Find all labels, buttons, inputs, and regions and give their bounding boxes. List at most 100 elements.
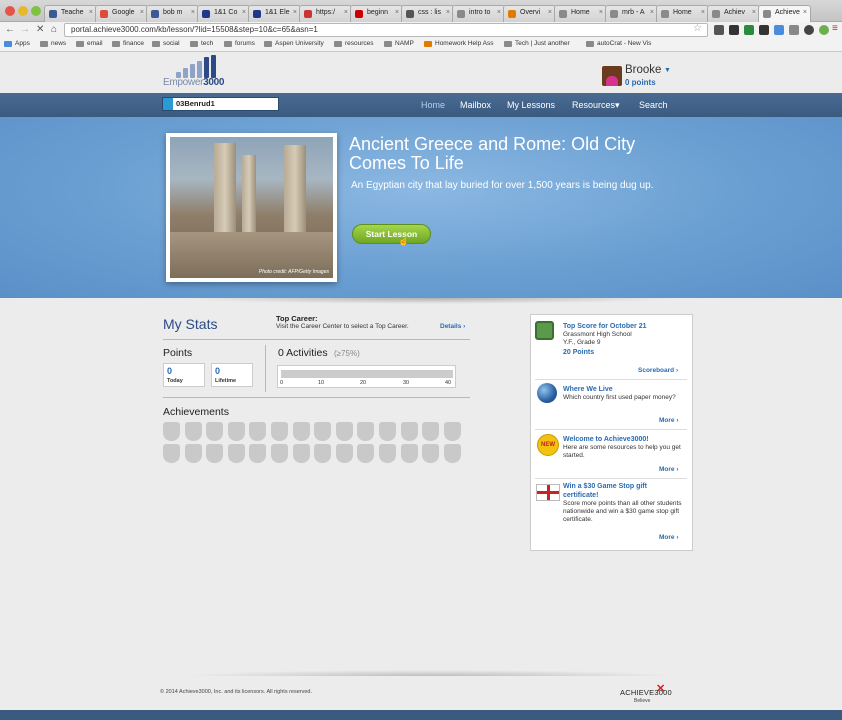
browser-tab[interactable]: Achiev × — [707, 5, 760, 22]
achievement-badge-icon[interactable] — [335, 422, 353, 441]
achievement-badge-icon[interactable] — [163, 444, 180, 463]
achievement-badge-icon[interactable] — [422, 422, 440, 441]
achievement-badge-icon[interactable] — [400, 422, 418, 441]
avatar[interactable] — [602, 66, 622, 86]
nav-mailbox[interactable]: Mailbox — [460, 100, 491, 110]
achievement-badge-icon[interactable] — [443, 444, 461, 463]
tab-close-icon[interactable]: × — [344, 9, 348, 16]
tab-close-icon[interactable]: × — [242, 9, 246, 16]
bookmark-item[interactable]: Apps — [4, 40, 30, 47]
achievement-badge-icon[interactable] — [249, 422, 267, 441]
bookmark-star-icon[interactable]: ☆ — [693, 23, 702, 34]
achievement-badge-icon[interactable] — [163, 422, 180, 441]
nav-my-lessons[interactable]: My Lessons — [507, 100, 555, 110]
browser-tab[interactable]: Home × — [554, 5, 607, 22]
nav-home[interactable]: Home — [421, 100, 445, 110]
achievement-badge-icon[interactable] — [314, 422, 332, 441]
extension-icon[interactable] — [744, 25, 754, 35]
achievement-badge-icon[interactable] — [227, 444, 245, 463]
username-field[interactable]: 03Benrud1 — [162, 97, 279, 111]
user-menu-caret-icon[interactable]: ▼ — [664, 67, 671, 74]
bookmark-item[interactable]: Tech | Just another — [504, 40, 570, 47]
extension-icon[interactable] — [819, 25, 829, 35]
extension-icon[interactable] — [789, 25, 799, 35]
achievement-badge-icon[interactable] — [314, 444, 332, 463]
tab-close-icon[interactable]: × — [752, 9, 756, 16]
details-link[interactable]: Details › — [440, 323, 465, 330]
achievement-badge-icon[interactable] — [379, 422, 396, 441]
browser-tab[interactable]: Home × — [656, 5, 709, 22]
achievement-badge-icon[interactable] — [379, 444, 396, 463]
browser-tab[interactable]: Achieve × — [758, 5, 811, 22]
start-lesson-button[interactable]: Start Lesson — [352, 224, 431, 244]
user-name[interactable]: Brooke — [625, 64, 661, 76]
achievement-badge-icon[interactable] — [422, 444, 440, 463]
stop-icon[interactable]: ✕ — [36, 24, 44, 35]
back-icon[interactable]: ← — [5, 24, 15, 35]
browser-tab[interactable]: Google × — [95, 5, 148, 22]
browser-tab[interactable]: Overvi × — [503, 5, 556, 22]
achievement-badge-icon[interactable] — [227, 422, 245, 441]
extension-icon[interactable] — [774, 25, 784, 35]
tab-close-icon[interactable]: × — [803, 9, 807, 16]
tab-close-icon[interactable]: × — [395, 9, 399, 16]
achievement-badge-icon[interactable] — [292, 444, 310, 463]
home-icon[interactable]: ⌂ — [51, 24, 57, 35]
nav-resources[interactable]: Resources▾ — [572, 100, 620, 111]
browser-tab[interactable]: 1&1 Ele × — [248, 5, 301, 22]
achievement-badge-icon[interactable] — [357, 444, 375, 463]
bookmark-item[interactable]: Homework Help Ass — [424, 40, 494, 47]
gift-more-link[interactable]: More › — [659, 534, 679, 541]
achieve3000-logo[interactable]: ACHIEVE3000 — [620, 688, 672, 697]
achievement-badge-icon[interactable] — [249, 444, 267, 463]
address-bar[interactable]: portal.achieve3000.com/kb/lesson/?lid=15… — [64, 23, 708, 37]
bookmark-item[interactable]: social — [152, 40, 180, 47]
maximize-window-icon[interactable] — [31, 6, 41, 16]
bookmark-item[interactable]: NAMP — [384, 40, 414, 47]
nav-search[interactable]: Search — [639, 100, 668, 110]
achievement-badge-icon[interactable] — [184, 444, 202, 463]
tab-close-icon[interactable]: × — [650, 9, 654, 16]
bookmark-item[interactable]: news — [40, 40, 66, 47]
bookmark-item[interactable]: autoCrat - New Vis — [586, 40, 651, 47]
bookmark-item[interactable]: email — [76, 40, 103, 47]
forward-icon[interactable]: → — [20, 24, 30, 35]
bookmark-item[interactable]: tech — [190, 40, 213, 47]
achievement-badge-icon[interactable] — [292, 422, 310, 441]
browser-tab[interactable]: intro to × — [452, 5, 505, 22]
tab-close-icon[interactable]: × — [140, 9, 144, 16]
tab-close-icon[interactable]: × — [89, 9, 93, 16]
achievement-badge-icon[interactable] — [184, 422, 202, 441]
tab-close-icon[interactable]: × — [497, 9, 501, 16]
menu-icon[interactable]: ≡ — [832, 23, 838, 34]
achievement-badge-icon[interactable] — [206, 422, 224, 441]
settings-gear-icon[interactable] — [804, 25, 814, 35]
extension-icon[interactable] — [714, 25, 724, 35]
welcome-more-link[interactable]: More › — [659, 466, 679, 473]
browser-tab[interactable]: mrb - A × — [605, 5, 658, 22]
tab-close-icon[interactable]: × — [191, 9, 195, 16]
bookmark-item[interactable]: forums — [224, 40, 255, 47]
where-we-live-more-link[interactable]: More › — [659, 417, 679, 424]
scoreboard-link[interactable]: Scoreboard › — [638, 367, 678, 374]
browser-tab[interactable]: bob m × — [146, 5, 199, 22]
bookmark-item[interactable]: resources — [334, 40, 374, 47]
browser-tab[interactable]: 1&1 Co × — [197, 5, 250, 22]
achievement-badge-icon[interactable] — [443, 422, 461, 441]
extension-icon[interactable] — [759, 25, 769, 35]
browser-tab[interactable]: https:/ × — [299, 5, 352, 22]
browser-tab[interactable]: Teache × — [44, 5, 97, 22]
close-window-icon[interactable] — [5, 6, 15, 16]
achievement-badge-icon[interactable] — [400, 444, 418, 463]
tab-close-icon[interactable]: × — [446, 9, 450, 16]
tab-close-icon[interactable]: × — [701, 9, 705, 16]
bookmark-item[interactable]: Aspen University — [264, 40, 324, 47]
tab-close-icon[interactable]: × — [548, 9, 552, 16]
minimize-window-icon[interactable] — [18, 6, 28, 16]
browser-tab[interactable]: beginn × — [350, 5, 403, 22]
bookmark-item[interactable]: finance — [112, 40, 144, 47]
achievement-badge-icon[interactable] — [271, 422, 288, 441]
achievement-badge-icon[interactable] — [271, 444, 288, 463]
browser-tab[interactable]: css : lis × — [401, 5, 454, 22]
achievement-badge-icon[interactable] — [206, 444, 224, 463]
